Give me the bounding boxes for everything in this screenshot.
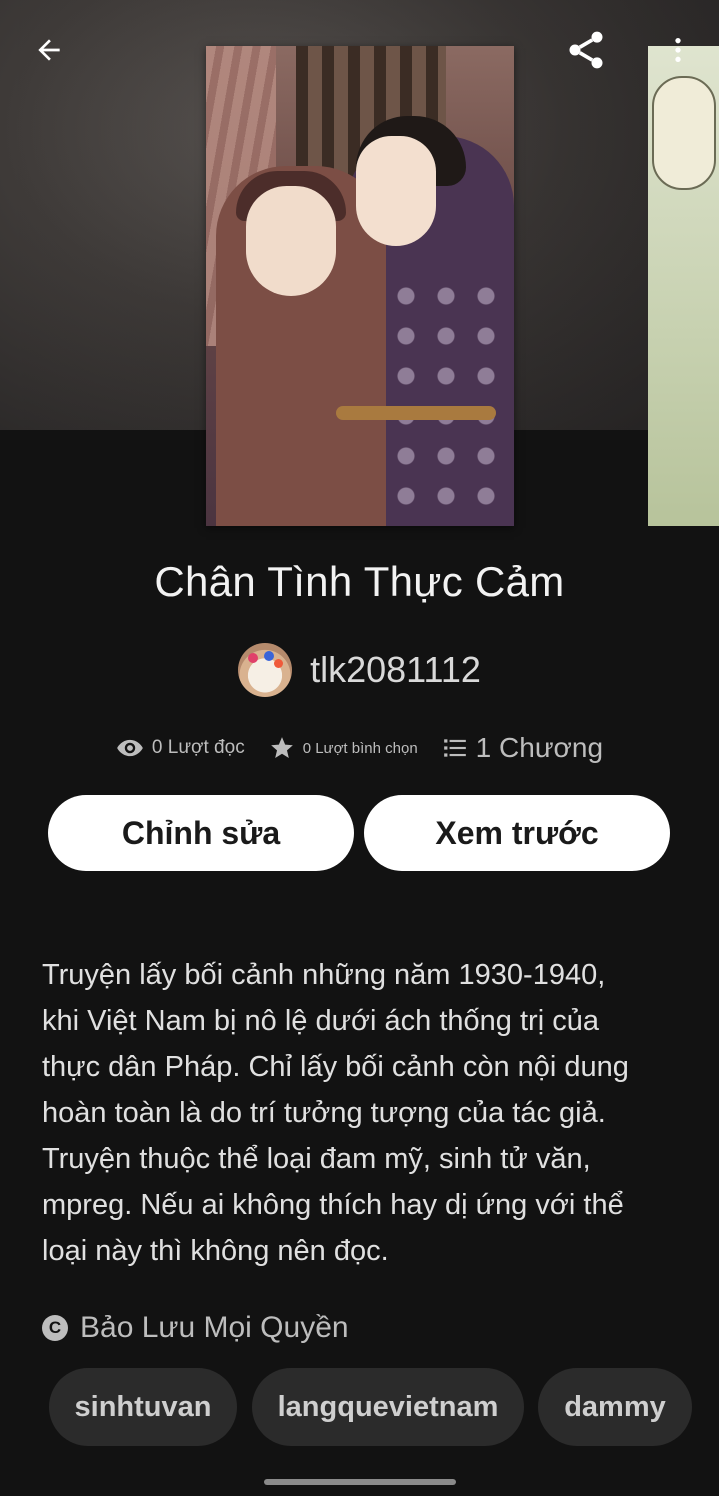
avatar-heart (248, 653, 259, 663)
more-options-button[interactable] (650, 22, 706, 78)
cover-face-left (246, 186, 336, 296)
story-stats: 0 Lượt đọc 0 Lượt bình chọn 1 Chương (0, 726, 719, 770)
votes-stat: 0 Lượt bình chọn (269, 735, 418, 761)
story-cover-image[interactable] (206, 46, 514, 526)
avatar-heart (274, 659, 284, 668)
share-button[interactable] (558, 22, 614, 78)
tag-list: sinhtuvan langquevietnam dammy (0, 1368, 719, 1448)
star-icon (270, 737, 293, 758)
back-button[interactable] (21, 22, 77, 78)
preview-button[interactable]: Xem trước (364, 795, 670, 871)
votes-count: 0 Lượt bình chọn (302, 739, 418, 757)
share-icon (569, 31, 603, 69)
copyright-label: Bảo Lưu Mọi Quyền (80, 1311, 349, 1344)
chapters-stat: 1 Chương (442, 732, 603, 764)
tag-chip[interactable]: langquevietnam (252, 1368, 524, 1446)
chapters-count: 1 Chương (475, 732, 604, 763)
story-title: Chân Tình Thực Cảm (154, 558, 565, 605)
eye-icon (117, 739, 143, 757)
avatar-heart (264, 651, 275, 661)
copyright-icon: C (42, 1315, 68, 1341)
more-vertical-icon (675, 38, 681, 62)
edit-button[interactable]: Chỉnh sửa (48, 795, 354, 871)
author-row[interactable]: tlk2081112 (0, 642, 719, 698)
home-indicator[interactable] (264, 1479, 456, 1485)
arrow-left-icon (38, 39, 60, 61)
author-avatar[interactable] (238, 643, 293, 697)
reads-stat: 0 Lượt đọc (116, 734, 245, 762)
cover-face-right (356, 136, 436, 246)
author-name[interactable]: tlk2081112 (310, 649, 481, 691)
list-icon (443, 739, 466, 757)
cover-pattern (386, 276, 506, 516)
story-description: Truyện lấy bối cảnh những năm 1930-1940,… (42, 959, 629, 1267)
tag-chip[interactable]: sinhtuvan (49, 1368, 237, 1446)
top-bar (0, 0, 719, 100)
tag-chip[interactable]: dammy (538, 1368, 692, 1446)
cover-tray (336, 406, 496, 420)
copyright-row: C Bảo Lưu Mọi Quyền (42, 1306, 349, 1350)
next-story-cover[interactable] (648, 46, 719, 526)
reads-count: 0 Lượt đọc (151, 737, 245, 758)
